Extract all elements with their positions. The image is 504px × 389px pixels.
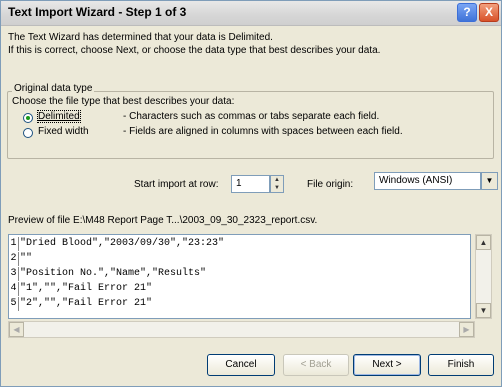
preview-row-number: 1 [9, 237, 19, 251]
file-type-prompt: Choose the file type that best describes… [12, 96, 235, 107]
original-data-type-label: Original data type [12, 83, 95, 94]
file-origin-label: File origin: [307, 179, 354, 190]
window-title: Text Import Wizard - Step 1 of 3 [8, 5, 187, 19]
down-arrow-icon[interactable]: ▼ [271, 184, 283, 192]
cancel-button[interactable]: Cancel [207, 354, 275, 376]
back-button[interactable]: < Back [283, 354, 349, 376]
preview-row-text: "1","","Fail Error 21" [20, 283, 153, 294]
preview-row: 1 "Dried Blood","2003/09/30","23:23" [9, 237, 470, 251]
text-import-wizard-dialog: Text Import Wizard - Step 1 of 3 ? X The… [0, 0, 502, 387]
preview-label: Preview of file E:\M48 Report Page T...\… [8, 215, 318, 226]
preview-row-text: "2","","Fail Error 21" [20, 298, 153, 309]
preview-row-text: "Position No.","Name","Results" [20, 268, 207, 279]
fixed-width-option-label[interactable]: Fixed width [38, 126, 89, 137]
preview-row-number: 2 [9, 252, 19, 266]
close-button[interactable]: X [479, 3, 499, 22]
start-import-row-stepper[interactable]: ▲ ▼ [270, 175, 284, 193]
delimited-option-label[interactable]: Delimited [37, 110, 81, 123]
preview-row-text: "" [20, 253, 33, 264]
preview-vertical-scrollbar[interactable]: ▲ ▼ [475, 234, 492, 319]
preview-row-number: 4 [9, 282, 19, 296]
preview-row: 2 "" [9, 252, 470, 266]
scroll-down-icon[interactable]: ▼ [476, 303, 491, 318]
fixed-width-radio[interactable] [23, 128, 33, 138]
start-import-row-input[interactable]: 1 [231, 175, 270, 193]
file-origin-select[interactable]: Windows (ANSI) [374, 172, 481, 190]
preview-row: 4 "1","","Fail Error 21" [9, 282, 470, 296]
scroll-left-icon[interactable]: ◀ [9, 322, 24, 337]
preview-row-number: 5 [9, 297, 19, 311]
finish-button[interactable]: Finish [428, 354, 494, 376]
delimited-option-description: - Characters such as commas or tabs sepa… [123, 111, 380, 122]
preview-horizontal-scrollbar[interactable]: ◀ ▶ [8, 321, 475, 338]
file-preview[interactable]: 1 "Dried Blood","2003/09/30","23:23" 2 "" … [8, 234, 471, 319]
up-arrow-icon[interactable]: ▲ [271, 176, 283, 184]
delimited-radio[interactable] [23, 113, 33, 123]
preview-row: 3 "Position No.","Name","Results" [9, 267, 470, 281]
fixed-width-option-description: - Fields are aligned in columns with spa… [123, 126, 403, 137]
preview-row-text: "Dried Blood","2003/09/30","23:23" [20, 238, 225, 249]
preview-row: 5 "2","","Fail Error 21" [9, 297, 470, 311]
intro-line-2: If this is correct, choose Next, or choo… [8, 45, 381, 56]
title-bar[interactable]: Text Import Wizard - Step 1 of 3 ? X [1, 1, 501, 26]
help-button[interactable]: ? [457, 3, 477, 22]
scroll-up-icon[interactable]: ▲ [476, 235, 491, 250]
chevron-down-icon[interactable]: ▼ [481, 172, 498, 190]
start-import-label: Start import at row: [134, 179, 219, 190]
intro-line-1: The Text Wizard has determined that your… [8, 32, 273, 43]
preview-row-number: 3 [9, 267, 19, 281]
scroll-right-icon[interactable]: ▶ [459, 322, 474, 337]
next-button[interactable]: Next > [353, 354, 421, 376]
